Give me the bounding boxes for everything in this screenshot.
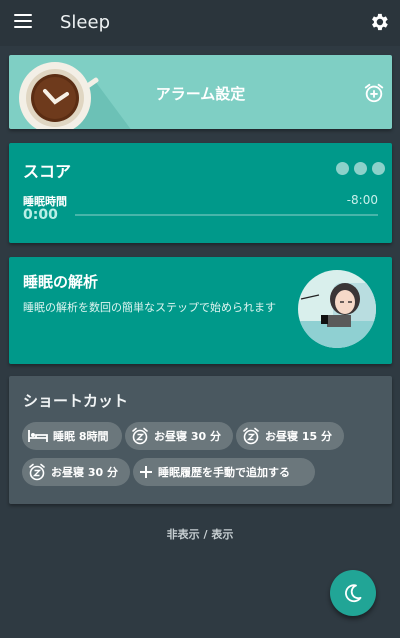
sleep-target: -8:00	[346, 193, 378, 207]
app-bar: Sleep	[0, 0, 400, 46]
chip-label: 睡眠履歴を手動で追加する	[158, 466, 290, 479]
shortcut-add-sleep-history[interactable]: 睡眠履歴を手動で追加する	[133, 458, 315, 486]
hide-show-toggle[interactable]: 非表示 / 表示	[0, 526, 400, 542]
add-alarm-icon[interactable]	[363, 82, 385, 104]
score-title: スコア	[23, 162, 72, 181]
sleeping-woman-illustration	[298, 270, 376, 348]
alarm-settings-label: アラーム設定	[155, 85, 246, 103]
app-title: Sleep	[60, 12, 111, 33]
score-dots	[331, 160, 385, 179]
chip-label: お昼寝 15 分	[265, 430, 332, 443]
score-card[interactable]: スコア 睡眠時間 0:00 -8:00	[9, 143, 392, 243]
chip-label: 睡眠 8時間	[53, 430, 109, 443]
sleep-time-value: 0:00	[23, 207, 58, 223]
nap-alarm-icon	[243, 427, 259, 445]
shortcuts-card: ショートカット 睡眠 8時間 お昼寝 30 分 お昼寝 15 分 お昼寝 30 …	[9, 376, 392, 504]
alarm-settings-card[interactable]: アラーム設定	[9, 55, 392, 129]
sleep-progress-bar	[75, 214, 378, 216]
bed-icon	[28, 430, 48, 442]
analysis-description: 睡眠の解析を数回の簡単なステップで始められます	[23, 301, 276, 314]
sleep-mode-fab[interactable]	[330, 570, 376, 616]
sleep-analysis-card[interactable]: 睡眠の解析 睡眠の解析を数回の簡単なステップで始められます	[9, 257, 392, 364]
chip-label: お昼寝 30 分	[51, 466, 118, 479]
moon-icon	[345, 584, 362, 603]
shortcut-nap-30[interactable]: お昼寝 30 分	[125, 422, 233, 450]
hamburger-menu-icon[interactable]	[14, 14, 32, 30]
shortcut-sleep-8h[interactable]: 睡眠 8時間	[22, 422, 122, 450]
plus-icon	[140, 466, 152, 478]
nap-alarm-icon	[132, 427, 148, 445]
chip-label: お昼寝 30 分	[154, 430, 221, 443]
gear-icon[interactable]	[368, 11, 390, 33]
shortcut-nap-30-second[interactable]: お昼寝 30 分	[22, 458, 130, 486]
shortcuts-title: ショートカット	[23, 392, 129, 410]
analysis-title: 睡眠の解析	[23, 273, 99, 291]
nap-alarm-icon	[29, 463, 45, 481]
shortcut-nap-15[interactable]: お昼寝 15 分	[236, 422, 344, 450]
